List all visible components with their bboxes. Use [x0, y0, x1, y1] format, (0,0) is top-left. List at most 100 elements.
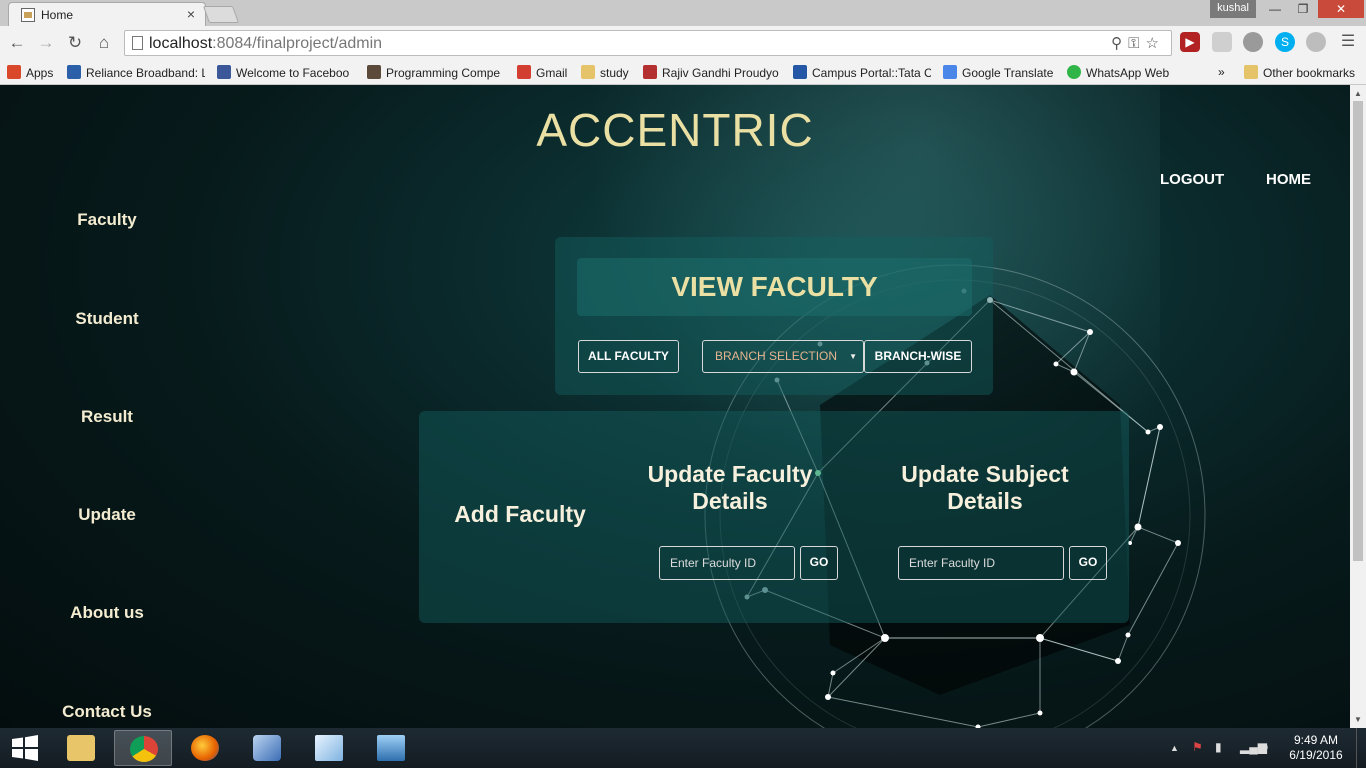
power-icon[interactable]: ▮ [1215, 740, 1222, 754]
window-close-icon[interactable]: ✕ [1318, 0, 1364, 18]
bookmark-campus-portal[interactable]: Campus Portal::Tata C [793, 65, 931, 80]
bookmark-study[interactable]: study [581, 65, 637, 80]
bookmark-gmail[interactable]: Gmail [517, 65, 573, 80]
bookmark-programming[interactable]: Programming Compe [367, 65, 505, 80]
clock-date: 6/19/2016 [1289, 748, 1343, 762]
extension-cube-icon[interactable] [1212, 32, 1232, 52]
system-clock[interactable]: 9:49 AM 6/19/2016 [1286, 733, 1346, 763]
address-bar[interactable]: localhost:8084/finalproject/admin ⚲⚿☆ [124, 30, 1172, 56]
windows-taskbar: ▲ ⚑ ▮ ▂▄▆ ♪ 9:49 AM 6/19/2016 [0, 728, 1366, 768]
back-icon[interactable]: ← [7, 33, 27, 53]
home-link[interactable]: HOME [1266, 171, 1311, 188]
home-icon[interactable]: ⌂ [94, 33, 114, 53]
windows-logo-icon [12, 735, 38, 761]
tab-close-icon[interactable]: × [187, 6, 195, 22]
bookmark-reliance[interactable]: Reliance Broadband: L [67, 65, 205, 80]
sidebar-item-contact-us[interactable]: Contact Us [0, 702, 214, 722]
facebook-icon [217, 65, 231, 79]
chevron-down-icon: ▼ [849, 352, 857, 361]
key-icon[interactable]: ⚿ [1128, 35, 1145, 52]
page-icon [132, 36, 143, 50]
new-tab-button[interactable] [202, 6, 240, 23]
sidebar-item-faculty[interactable]: Faculty [0, 210, 214, 230]
action-center-icon[interactable]: ⚑ [1192, 740, 1203, 754]
taskbar-remote-desktop[interactable] [362, 730, 420, 766]
page-scrollbar[interactable]: ▲ ▼ [1350, 85, 1366, 728]
taskbar-file-explorer[interactable] [52, 730, 110, 766]
forward-icon[interactable]: → [36, 33, 56, 53]
translate-icon [943, 65, 957, 79]
update-faculty-go-button[interactable]: GO [800, 546, 838, 580]
sidebar-item-update[interactable]: Update [0, 505, 214, 525]
reload-icon[interactable]: ↻ [65, 33, 85, 53]
taskbar-virtualbox[interactable] [238, 730, 296, 766]
zoom-icon[interactable]: ⚲ [1111, 35, 1128, 52]
extension-eye-icon[interactable] [1306, 32, 1326, 52]
profile-badge[interactable]: kushal [1210, 0, 1256, 18]
taskbar-firefox[interactable] [176, 730, 234, 766]
notepad-icon [315, 735, 343, 761]
taskbar-notepad[interactable] [300, 730, 358, 766]
scrollbar-thumb[interactable] [1353, 101, 1363, 561]
page-favicon-icon [21, 8, 35, 22]
menu-icon[interactable]: ☰ [1338, 32, 1358, 52]
scroll-up-icon[interactable]: ▲ [1354, 89, 1362, 98]
update-subject-heading: Update Subject Details [901, 461, 1069, 514]
remote-desktop-icon [377, 735, 405, 761]
firefox-icon [191, 735, 219, 761]
subject-faculty-id-input[interactable]: Enter Faculty ID [898, 546, 1064, 580]
clock-time: 9:49 AM [1293, 733, 1339, 747]
sidebar-item-about-us[interactable]: About us [0, 603, 214, 623]
bookmarks-bar: Apps Reliance Broadband: L Welcome to Fa… [0, 60, 1366, 85]
bookmark-rgpv[interactable]: Rajiv Gandhi Proudyo [643, 65, 783, 80]
tray-expand-icon[interactable]: ▲ [1170, 743, 1179, 753]
add-faculty-link[interactable]: Add Faculty [440, 501, 600, 528]
faculty-id-input[interactable]: Enter Faculty ID [659, 546, 795, 580]
whatsapp-icon [1067, 65, 1081, 79]
branch-select[interactable]: BRANCH SELECTION ▼ [702, 340, 864, 373]
url-text[interactable]: localhost:8084/finalproject/admin [149, 35, 382, 53]
page-viewport: ACCENTRIC LOGOUT HOME Faculty Student Re… [0, 85, 1350, 728]
scroll-down-icon[interactable]: ▼ [1354, 715, 1362, 724]
update-subject-go-button[interactable]: GO [1069, 546, 1107, 580]
browser-toolbar: ← → ↻ ⌂ localhost:8084/finalproject/admi… [0, 26, 1366, 60]
skype-icon[interactable]: S [1275, 32, 1295, 52]
codechef-icon [367, 65, 381, 79]
site-brand[interactable]: ACCENTRIC [0, 103, 1350, 157]
bookmark-star-icon[interactable]: ☆ [1146, 35, 1165, 52]
extension-red-icon[interactable]: ▶ [1180, 32, 1200, 52]
view-faculty-title: VIEW FACULTY [671, 271, 878, 302]
taskbar-chrome[interactable] [114, 730, 172, 766]
rgpv-icon [643, 65, 657, 79]
sidebar-item-result[interactable]: Result [0, 407, 214, 427]
tab-home[interactable]: Home × [8, 2, 206, 26]
bookmark-google-translate[interactable]: Google Translate [943, 65, 1059, 80]
bookmarks-overflow-icon[interactable]: » [1218, 65, 1225, 79]
sidebar-item-student[interactable]: Student [0, 309, 214, 329]
tata-icon [793, 65, 807, 79]
folder-icon [581, 65, 595, 79]
logout-link[interactable]: LOGOUT [1160, 171, 1224, 188]
bookmark-facebook[interactable]: Welcome to Faceboo [217, 65, 355, 80]
other-bookmarks[interactable]: Other bookmarks [1244, 65, 1355, 80]
branch-wise-button[interactable]: BRANCH-WISE [864, 340, 972, 373]
file-explorer-icon [67, 735, 95, 761]
extension-gray-icon[interactable] [1243, 32, 1263, 52]
start-button[interactable] [0, 730, 50, 766]
reliance-icon [67, 65, 81, 79]
all-faculty-button[interactable]: ALL FACULTY [578, 340, 679, 373]
show-desktop-button[interactable] [1356, 728, 1366, 768]
restore-icon[interactable]: ❐ [1290, 0, 1316, 18]
bookmark-apps[interactable]: Apps [7, 65, 59, 80]
gmail-icon [517, 65, 531, 79]
virtualbox-icon [253, 735, 281, 761]
apps-icon [7, 65, 21, 79]
minimize-icon[interactable]: — [1262, 0, 1288, 18]
folder-icon [1244, 65, 1258, 79]
tab-title: Home [41, 8, 74, 22]
update-faculty-heading: Update Faculty Details [647, 461, 813, 514]
volume-icon[interactable]: ♪ [1263, 740, 1269, 754]
branch-select-value: BRANCH SELECTION [715, 349, 838, 363]
chrome-icon [130, 736, 158, 762]
bookmark-whatsapp[interactable]: WhatsApp Web [1067, 65, 1175, 80]
